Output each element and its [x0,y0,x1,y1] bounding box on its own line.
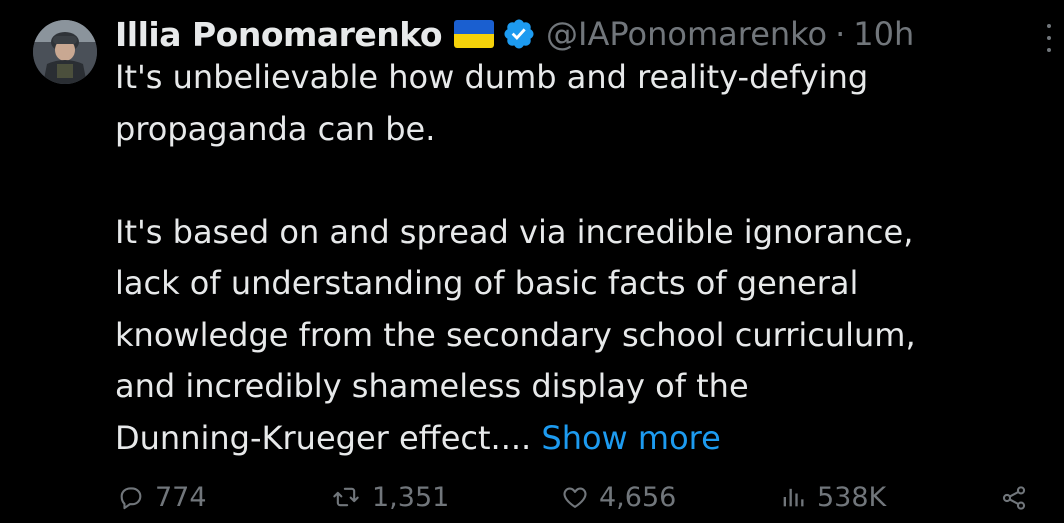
share-icon[interactable] [1000,484,1028,512]
tweet-line-text: Dunning-Krueger effect.... [115,418,542,457]
reply-icon [120,487,142,510]
reply-button[interactable]: 774 [117,475,207,519]
verified-badge-icon [504,19,534,49]
tweet-header: Illia Ponomarenko @IAPonomarenko · 10h [115,12,914,56]
like-count: 4,656 [599,481,677,513]
ukraine-flag-icon [454,20,495,48]
show-more-link[interactable]: Show more [541,419,720,457]
views-button[interactable]: 538K [779,475,886,519]
tweet-line: It's unbelievable how dumb and reality-d… [115,58,869,96]
author-handle[interactable]: @IAPonomarenko [546,15,827,53]
reply-count: 774 [155,481,207,513]
avatar[interactable] [33,20,97,84]
tweet-card[interactable]: Illia Ponomarenko @IAPonomarenko · 10h I… [0,0,1064,523]
more-options-icon[interactable] [1042,20,1056,56]
timestamp[interactable]: 10h [853,15,914,53]
like-icon [563,487,587,508]
like-button[interactable]: 4,656 [561,475,676,519]
tweet-line: propaganda can be. [115,109,436,148]
tweet-text: It's unbelievable how dumb and reality-d… [115,52,1045,464]
author-name[interactable]: Illia Ponomarenko [115,15,443,54]
tweet-line: and incredibly shameless display of the [115,367,749,405]
retweet-button[interactable]: 1,351 [330,475,449,519]
tweet-line-last: Dunning-Krueger effect.... Show more [115,413,1045,465]
retweet-count: 1,351 [372,481,450,513]
tweet-line: knowledge from the secondary school curr… [115,315,916,354]
tweet-line: lack of understanding of basic facts of … [115,264,859,302]
views-count: 538K [817,481,887,513]
views-icon [783,488,804,507]
separator-dot: · [835,15,846,53]
retweet-icon [333,487,359,507]
action-bar: 774 1,351 4,656 538K [0,475,1064,519]
tweet-line: It's based on and spread via incredible … [115,212,914,251]
